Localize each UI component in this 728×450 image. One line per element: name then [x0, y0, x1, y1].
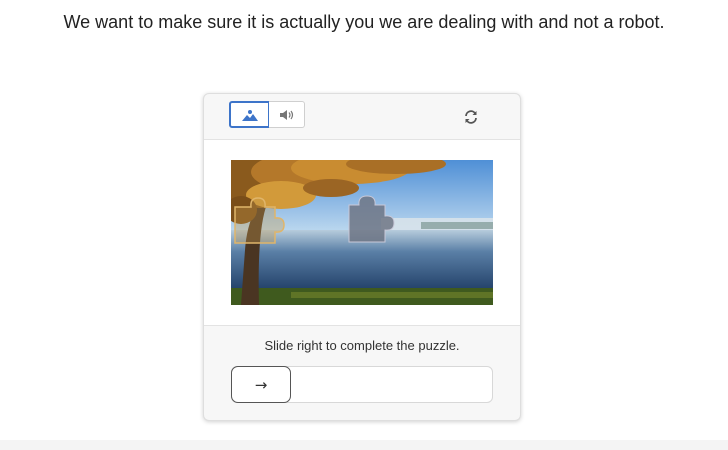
image-icon: [241, 109, 258, 121]
arrow-right-icon: →: [254, 375, 268, 394]
puzzle-image: [231, 160, 493, 305]
audio-mode-button[interactable]: [269, 101, 305, 128]
verification-message: We want to make sure it is actually you …: [63, 12, 665, 32]
refresh-button[interactable]: [460, 106, 482, 128]
slider-instruction: Slide right to complete the puzzle.: [264, 338, 460, 353]
slider-handle[interactable]: →: [231, 366, 291, 403]
captcha-toolbar: [204, 94, 520, 140]
puzzle-area: [204, 140, 520, 326]
page-footer-band: [0, 440, 728, 450]
puzzle-scene: [231, 160, 493, 305]
captcha-widget: Slide right to complete the puzzle. →: [203, 93, 521, 421]
speaker-icon: [279, 109, 293, 120]
refresh-icon: [465, 110, 477, 124]
image-mode-button[interactable]: [229, 101, 270, 128]
